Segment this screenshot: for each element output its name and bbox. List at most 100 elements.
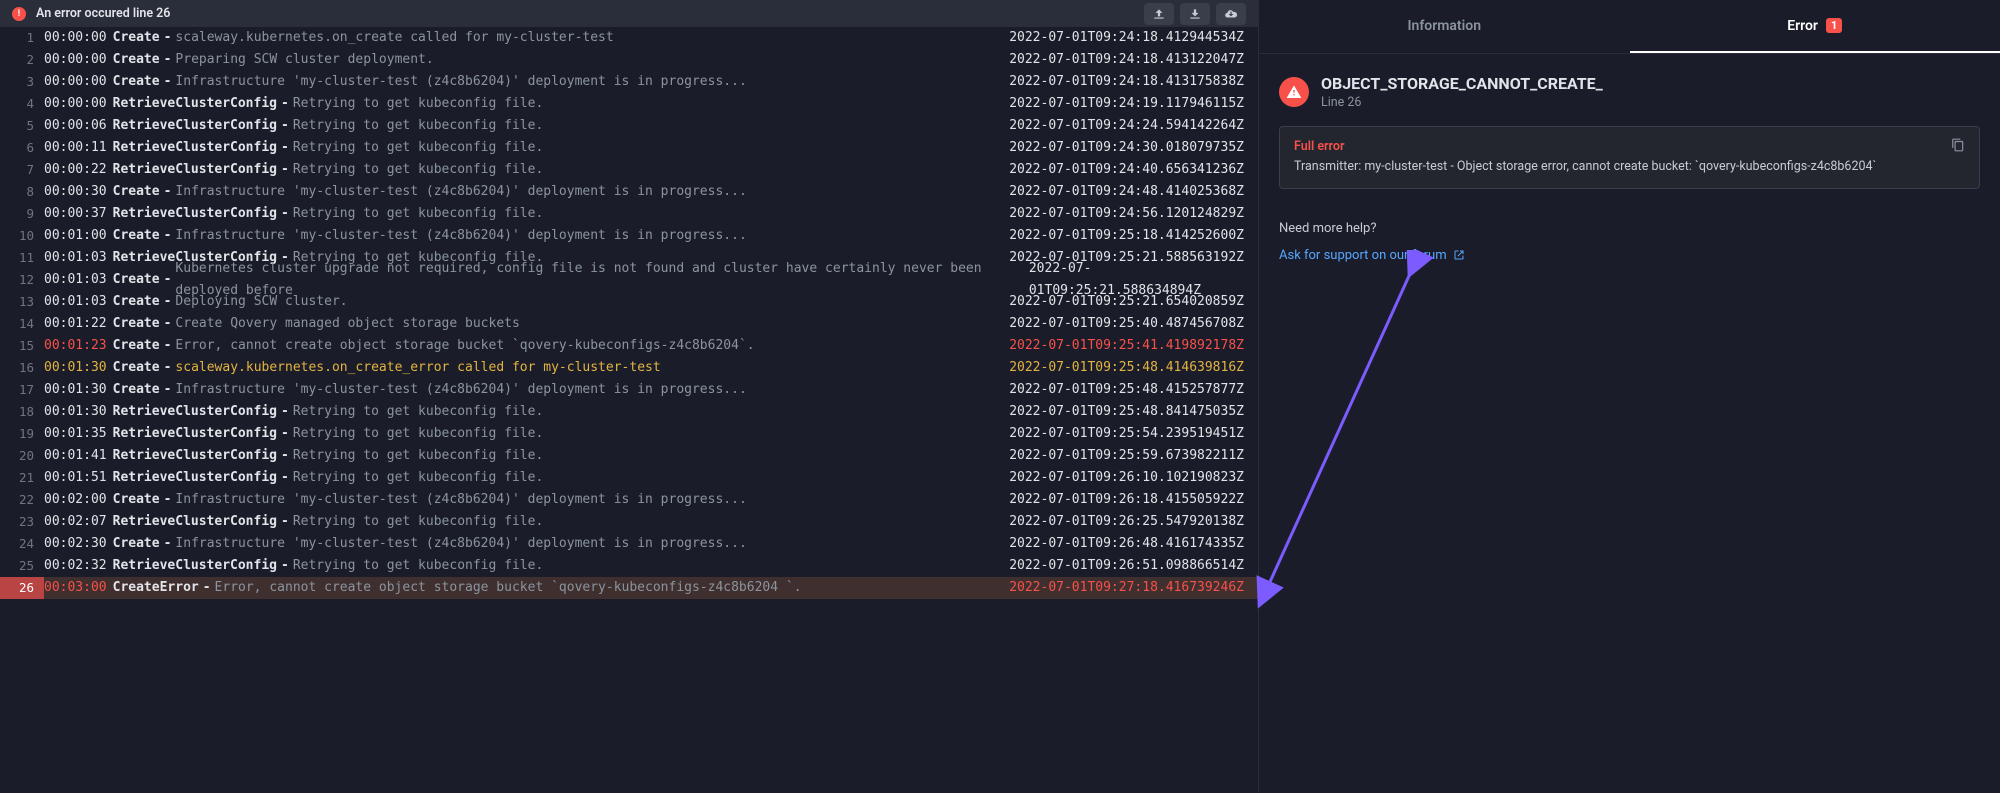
log-iso-time: 2022-07-01T09:25:48.415257877Z (1009, 379, 1258, 401)
log-line[interactable]: 2000:01:41RetrieveClusterConfig-Retrying… (0, 445, 1258, 467)
log-relative-time: 00:00:00 (44, 49, 107, 71)
log-action: RetrieveClusterConfig (113, 555, 277, 577)
log-message: Infrastructure 'my-cluster-test (z4c8b62… (175, 379, 746, 401)
log-relative-time: 00:00:37 (44, 203, 107, 225)
log-line[interactable]: 1500:01:23Create-Error, cannot create ob… (0, 335, 1258, 357)
log-relative-time: 00:01:30 (44, 401, 107, 423)
log-line[interactable]: 1600:01:30Create-scaleway.kubernetes.on_… (0, 357, 1258, 379)
line-number: 13 (0, 291, 44, 313)
log-message: Retrying to get kubeconfig file. (293, 445, 543, 467)
log-line[interactable]: 2500:02:32RetrieveClusterConfig-Retrying… (0, 555, 1258, 577)
log-line[interactable]: 1200:01:03Create-Kubernetes cluster upgr… (0, 269, 1258, 291)
log-dash: - (164, 291, 172, 313)
line-number: 5 (0, 115, 44, 137)
line-number: 17 (0, 379, 44, 401)
log-line[interactable]: 1700:01:30Create-Infrastructure 'my-clus… (0, 379, 1258, 401)
log-relative-time: 00:01:03 (44, 291, 107, 313)
log-message: scaleway.kubernetes.on_create_error call… (175, 357, 660, 379)
log-area[interactable]: 100:00:00Create-scaleway.kubernetes.on_c… (0, 27, 1258, 793)
log-line[interactable]: 2400:02:30Create-Infrastructure 'my-clus… (0, 533, 1258, 555)
tab-error-label: Error (1787, 18, 1818, 34)
log-line[interactable]: 700:00:22RetrieveClusterConfig-Retrying … (0, 159, 1258, 181)
log-line[interactable]: 500:00:06RetrieveClusterConfig-Retrying … (0, 115, 1258, 137)
log-iso-time: 2022-07-01T09:24:18.413122047Z (1009, 49, 1258, 71)
log-action: RetrieveClusterConfig (113, 401, 277, 423)
log-iso-time: 2022-07-01T09:24:18.412944534Z (1009, 27, 1258, 49)
log-dash: - (164, 335, 172, 357)
line-number: 14 (0, 313, 44, 335)
log-dash: - (281, 93, 289, 115)
log-line[interactable]: 200:00:00Create-Preparing SCW cluster de… (0, 49, 1258, 71)
line-number: 18 (0, 401, 44, 423)
error-bar-actions (1144, 3, 1246, 25)
log-line[interactable]: 800:00:30Create-Infrastructure 'my-clust… (0, 181, 1258, 203)
tab-information[interactable]: Information (1259, 0, 1630, 53)
tab-error-badge: 1 (1826, 18, 1842, 33)
log-line[interactable]: 300:00:00Create-Infrastructure 'my-clust… (0, 71, 1258, 93)
log-line[interactable]: 2200:02:00Create-Infrastructure 'my-clus… (0, 489, 1258, 511)
log-relative-time: 00:02:30 (44, 533, 107, 555)
log-dash: - (164, 225, 172, 247)
log-iso-time: 2022-07-01T09:25:41.419892178Z (1009, 335, 1258, 357)
log-iso-time: 2022-07-01T09:26:25.547920138Z (1009, 511, 1258, 533)
log-relative-time: 00:00:06 (44, 115, 107, 137)
log-line[interactable]: 100:00:00Create-scaleway.kubernetes.on_c… (0, 27, 1258, 49)
line-number: 4 (0, 93, 44, 115)
log-relative-time: 00:01:22 (44, 313, 107, 335)
log-line[interactable]: 1900:01:35RetrieveClusterConfig-Retrying… (0, 423, 1258, 445)
log-dash: - (164, 357, 172, 379)
log-relative-time: 00:02:32 (44, 555, 107, 577)
log-relative-time: 00:01:03 (44, 269, 107, 291)
download-button[interactable] (1180, 3, 1210, 25)
log-relative-time: 00:01:30 (44, 379, 107, 401)
log-dash: - (281, 467, 289, 489)
log-message: Retrying to get kubeconfig file. (293, 137, 543, 159)
log-line[interactable]: 2300:02:07RetrieveClusterConfig-Retrying… (0, 511, 1258, 533)
log-line[interactable]: 600:00:11RetrieveClusterConfig-Retrying … (0, 137, 1258, 159)
log-relative-time: 00:00:00 (44, 27, 107, 49)
log-line[interactable]: 400:00:00RetrieveClusterConfig-Retrying … (0, 93, 1258, 115)
log-action: RetrieveClusterConfig (113, 423, 277, 445)
copy-button[interactable] (1951, 137, 1969, 155)
log-action: Create (113, 489, 160, 511)
log-line[interactable]: 1400:01:22Create-Create Qovery managed o… (0, 313, 1258, 335)
log-relative-time: 00:01:03 (44, 247, 107, 269)
log-dash: - (281, 511, 289, 533)
log-line[interactable]: 1800:01:30RetrieveClusterConfig-Retrying… (0, 401, 1258, 423)
log-iso-time: 2022-07-01T09:26:51.098866514Z (1009, 555, 1258, 577)
upload-button[interactable] (1144, 3, 1174, 25)
log-action: RetrieveClusterConfig (113, 445, 277, 467)
log-iso-time: 2022-07-01T09:25:40.487456708Z (1009, 313, 1258, 335)
log-action: RetrieveClusterConfig (113, 93, 277, 115)
cloud-download-button[interactable] (1216, 3, 1246, 25)
external-link-icon (1453, 249, 1465, 261)
log-message: scaleway.kubernetes.on_create called for… (175, 27, 613, 49)
log-relative-time: 00:00:30 (44, 181, 107, 203)
log-line[interactable]: 1000:01:00Create-Infrastructure 'my-clus… (0, 225, 1258, 247)
log-line[interactable]: 900:00:37RetrieveClusterConfig-Retrying … (0, 203, 1258, 225)
log-line[interactable]: 2600:03:00CreateError-Error, cannot crea… (0, 577, 1258, 599)
line-number: 3 (0, 71, 44, 93)
log-iso-time: 2022-07-01T09:25:48.841475035Z (1009, 401, 1258, 423)
log-relative-time: 00:02:00 (44, 489, 107, 511)
line-number: 1 (0, 27, 44, 49)
log-dash: - (281, 115, 289, 137)
log-iso-time: 2022-07-01T09:26:10.102190823Z (1009, 467, 1258, 489)
help-link[interactable]: Ask for support on our forum (1279, 248, 1980, 263)
log-message: Infrastructure 'my-cluster-test (z4c8b62… (175, 489, 746, 511)
log-action: RetrieveClusterConfig (113, 137, 277, 159)
line-number: 20 (0, 445, 44, 467)
log-line[interactable]: 2100:01:51RetrieveClusterConfig-Retrying… (0, 467, 1258, 489)
log-action: RetrieveClusterConfig (113, 115, 277, 137)
log-iso-time: 2022-07-01T09:26:18.415505922Z (1009, 489, 1258, 511)
side-panel: Information Error 1 OBJECT_STORAGE_CANNO… (1258, 0, 2000, 793)
log-relative-time: 00:01:30 (44, 357, 107, 379)
log-action: Create (113, 533, 160, 555)
log-message: Retrying to get kubeconfig file. (293, 423, 543, 445)
tab-error[interactable]: Error 1 (1630, 0, 2000, 53)
log-dash: - (203, 577, 211, 599)
log-message: Deploying SCW cluster. (175, 291, 347, 313)
log-dash: - (164, 533, 172, 555)
full-error-label: Full error (1294, 139, 1965, 154)
log-message: Infrastructure 'my-cluster-test (z4c8b62… (175, 71, 746, 93)
